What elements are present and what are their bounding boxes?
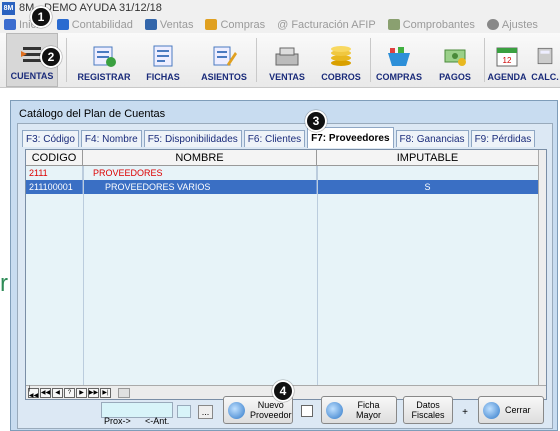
tab-codigo[interactable]: F3: Código: [22, 130, 79, 147]
ledger-card-label: Ficha Mayor: [356, 400, 382, 420]
calculator-icon: [537, 47, 553, 65]
column-header-nombre[interactable]: NOMBRE: [83, 150, 317, 165]
cell-imputable: [317, 166, 539, 180]
background-decoration: r: [0, 270, 8, 297]
close-icon: [483, 401, 500, 419]
last-record-button[interactable]: ▶|: [100, 387, 111, 398]
register-icon: [93, 46, 116, 67]
prev-record-button[interactable]: ◀: [52, 387, 63, 398]
menu-contabilidad[interactable]: Contabilidad: [56, 19, 133, 31]
coins-icon: [331, 46, 351, 66]
filter-tabs: F3: Código F4: Nombre F5: Disponibilidad…: [22, 127, 537, 148]
toolbar-asientos-button[interactable]: ASIENTOS: [198, 33, 250, 87]
column-header-codigo[interactable]: CODIGO: [26, 150, 83, 165]
callout-3: 3: [305, 110, 327, 132]
toolbar-cobros-button[interactable]: COBROS: [318, 33, 364, 87]
toolbar: CUENTAS REGISTRAR FICHAS ASIENTOS VENTAS…: [0, 33, 560, 88]
toolbar-separator: [66, 38, 67, 82]
help-button[interactable]: ?: [64, 387, 75, 398]
cell-nombre: PROVEEDORES: [83, 166, 317, 180]
ledger-icon: [326, 401, 343, 419]
menu-compras[interactable]: Compras: [205, 19, 265, 31]
cell-codigo: 2111: [26, 166, 83, 180]
toolbar-ventas-button[interactable]: VENTAS: [264, 33, 310, 87]
tab-perdidas[interactable]: F9: Pérdidas: [470, 130, 536, 147]
menu-ventas[interactable]: Ventas: [144, 19, 193, 31]
close-button[interactable]: Cerrar: [478, 396, 544, 424]
tab-clientes[interactable]: F6: Clientes: [243, 130, 306, 147]
more-options-button[interactable]: ...: [198, 405, 213, 419]
callout-2: 2: [40, 46, 62, 68]
callout-4: 4: [272, 380, 294, 402]
horizontal-scrollbar-thumb[interactable]: [118, 387, 130, 398]
cell-imputable: S: [317, 180, 539, 194]
tab-nombre[interactable]: F4: Nombre: [80, 130, 142, 147]
search-color-box: [177, 405, 191, 418]
prev-page-button[interactable]: ◀◀: [40, 387, 51, 398]
app-icon: 8M: [2, 1, 15, 15]
close-label: Cerrar: [505, 405, 531, 415]
menu-comprobantes[interactable]: Comprobantes: [387, 19, 475, 31]
toolbar-compras-button[interactable]: COMPRAS: [376, 33, 422, 87]
add-button[interactable]: +: [458, 405, 472, 419]
accounts-grid[interactable]: CODIGO NOMBRE IMPUTABLE 2111 PROVEEDORES…: [25, 149, 547, 400]
tab-disponibilidades[interactable]: F5: Disponibilidades: [143, 130, 242, 147]
basket-icon: [388, 47, 410, 66]
sales-icon: [144, 19, 157, 30]
first-record-button[interactable]: |◀◀: [28, 386, 39, 399]
gear-icon: [486, 19, 499, 30]
prev-search-label[interactable]: <-Ant.: [145, 416, 169, 426]
dialog-title: Catálogo del Plan de Cuentas: [19, 108, 166, 120]
callout-1: 1: [30, 6, 52, 28]
add-icon: [228, 401, 245, 419]
menu-ajustes[interactable]: Ajustes: [486, 19, 538, 31]
tab-ganancias[interactable]: F8: Ganancias: [395, 130, 469, 147]
toolbar-separator: [256, 38, 257, 82]
toolbar-separator: [370, 38, 371, 82]
payments-icon: [444, 49, 466, 66]
menu-bar: Inicio Contabilidad Ventas Compras @ Fac…: [0, 16, 560, 33]
home-icon: [4, 19, 16, 30]
column-divider: [83, 166, 84, 385]
option-checkbox[interactable]: [301, 405, 313, 417]
toolbar-registrar-button[interactable]: REGISTRAR: [78, 33, 131, 87]
tax-data-label: Datos Fiscales: [411, 400, 445, 420]
toolbar-separator: [484, 38, 485, 82]
cards-icon: [153, 45, 173, 67]
cell-codigo: 211100001: [26, 180, 83, 194]
new-supplier-label: Nuevo Proveedor: [250, 400, 292, 420]
next-page-button[interactable]: ▶▶: [88, 387, 99, 398]
purchases-icon: [205, 19, 218, 30]
book-icon: [56, 19, 69, 30]
entries-icon: [213, 46, 237, 66]
toolbar-calc-button[interactable]: CALC.: [530, 33, 560, 87]
cell-nombre: PROVEEDORES VARIOS: [83, 180, 317, 194]
toolbar-pagos-button[interactable]: PAGOS: [432, 33, 478, 87]
toolbar-agenda-button[interactable]: 12 AGENDA: [488, 33, 527, 87]
next-record-button[interactable]: ▶: [76, 387, 87, 398]
column-header-imputable[interactable]: IMPUTABLE: [317, 150, 539, 165]
column-divider: [317, 166, 318, 385]
documents-icon: [387, 19, 400, 30]
toolbar-fichas-button[interactable]: FICHAS: [140, 33, 186, 87]
table-row[interactable]: 2111 PROVEEDORES: [26, 166, 546, 180]
next-search-label[interactable]: Prox->: [104, 416, 131, 426]
menu-facturacion-afip[interactable]: @ Facturación AFIP: [277, 19, 376, 31]
ledger-card-button[interactable]: Ficha Mayor: [321, 396, 397, 424]
vertical-scrollbar[interactable]: [538, 150, 546, 387]
title-bar: 8M 8M - DEMO AYUDA 31/12/18: [0, 0, 560, 16]
calendar-icon: 12: [496, 47, 518, 67]
grid-header: CODIGO NOMBRE IMPUTABLE: [26, 150, 546, 166]
cash-register-icon: [275, 47, 299, 66]
svg-text:12: 12: [503, 56, 512, 65]
table-row-selected[interactable]: 211100001 PROVEEDORES VARIOS S: [26, 180, 546, 194]
tax-data-button[interactable]: Datos Fiscales: [403, 396, 453, 424]
